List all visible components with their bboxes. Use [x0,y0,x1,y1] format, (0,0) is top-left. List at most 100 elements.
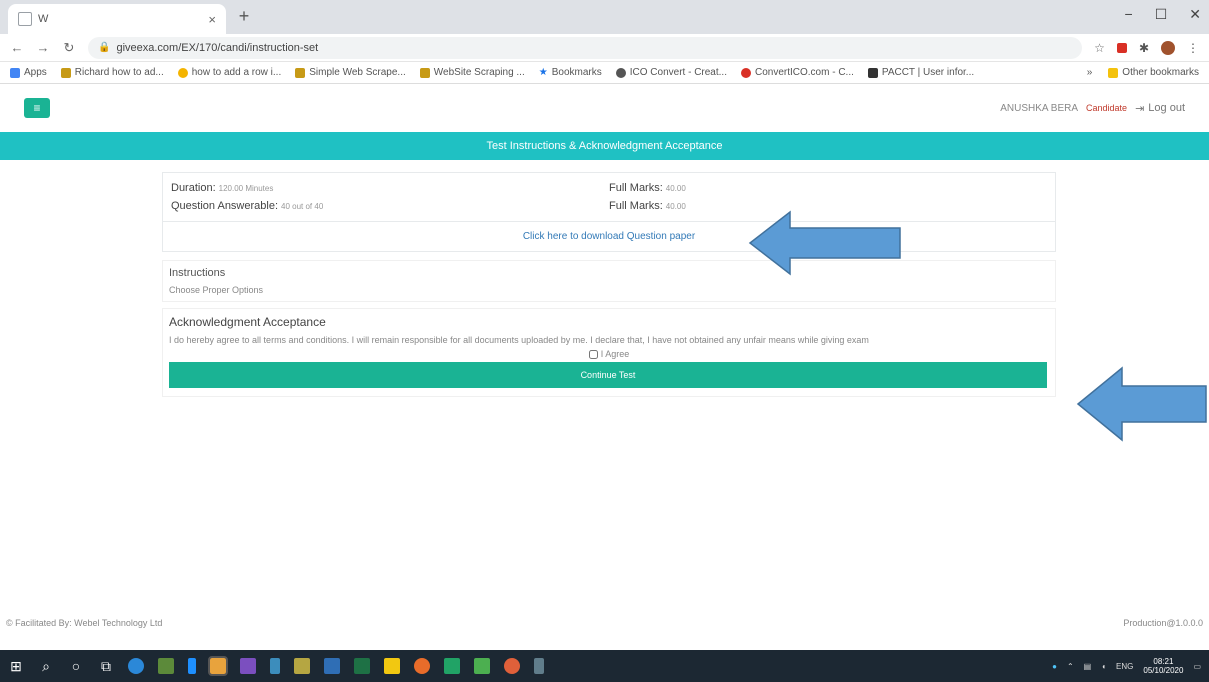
weather-icon[interactable]: ● [1052,662,1057,671]
page-title: Test Instructions & Acknowledgment Accep… [486,140,723,152]
logout-link[interactable]: ⇥ Log out [1135,102,1185,115]
acknowledgment-text: I do hereby agree to all terms and condi… [169,335,869,345]
cortana-icon[interactable]: ○ [68,658,84,674]
tab-close-icon[interactable]: × [208,12,216,27]
windows-start-icon[interactable]: ⊞ [8,658,24,675]
agree-label: I Agree [600,349,630,359]
tray-chevron-icon[interactable]: ⌃ [1067,662,1074,671]
other-bookmarks[interactable]: Other bookmarks [1108,67,1199,78]
acknowledgment-title: Acknowledgment Acceptance [169,315,326,329]
browser-tab[interactable]: W × [8,4,226,34]
agree-checkbox[interactable] [588,349,598,359]
os-taskbar: ⊞ ⌕ ○ ⧉ ● ⌃ ▤ ◖ ENG 08:21 05/10/2020 ▭ [0,650,1209,682]
footer-version: Production@1.0.0.0 [1123,618,1203,628]
annotation-arrow-left-icon [748,210,901,276]
test-info: Duration: 120.00 Minutes Full Marks: 40.00… [163,173,1055,221]
duration-value: 120.00 Minutes [218,184,274,193]
download-question-paper-link[interactable]: Click here to download Question paper [523,231,695,242]
bookmark-item[interactable]: Apps [10,67,47,78]
bookmark-item[interactable]: WebSite Scraping ... [419,67,525,78]
volume-icon[interactable]: ◖ [1101,662,1106,671]
bookmark-icon [60,67,71,78]
window-controls: − ☐ ✕ [1125,6,1201,23]
bookmark-item[interactable]: Simple Web Scrape... [295,67,406,78]
forward-icon[interactable]: → [36,40,50,55]
notifications-icon[interactable]: ▭ [1193,662,1201,671]
full-marks-value: 40.00 [665,184,686,193]
bookmark-item[interactable]: ConvertICO.com - C... [740,67,854,78]
instructions-text: Choose Proper Options [169,285,264,295]
taskbar-clock[interactable]: 08:21 05/10/2020 [1143,657,1183,675]
test-info-box: Duration: 120.00 Minutes Full Marks: 40.00… [162,172,1056,252]
instructions-section: Instructions Choose Proper Options [162,260,1056,302]
search-icon[interactable]: ⌕ [38,658,54,675]
close-window-button[interactable]: ✕ [1189,6,1201,23]
url-text: giveexa.com/EX/170/candi/instruction-set [116,41,319,54]
questions-label: Question Answerable: [171,200,279,212]
apps-icon [10,67,20,78]
bookmark-icon [867,67,878,78]
menu-toggle-button[interactable]: ≡ [24,98,50,118]
full-marks-label: Full Marks: [609,200,663,212]
bookmark-icon [177,67,188,78]
taskbar-app-icon[interactable] [158,658,174,674]
reload-icon[interactable]: ↻ [62,40,76,56]
profile-avatar[interactable] [1161,40,1175,55]
page-footer: © Facilitated By: Webel Technology Ltd P… [0,618,1209,628]
maximize-button[interactable]: ☐ [1155,6,1168,23]
bookmark-item[interactable]: Richard how to ad... [60,67,164,78]
acknowledgment-section: Acknowledgment Acceptance I do hereby ag… [162,308,1056,397]
taskbar-app-icon[interactable] [414,658,430,674]
extension-icon[interactable] [1116,42,1127,53]
browser-tab-bar: W × + − ☐ ✕ [0,0,1209,34]
browser-toolbar: ← → ↻ 🔒 giveexa.com/EX/170/candi/instruc… [0,34,1209,62]
language-indicator[interactable]: ENG [1116,662,1133,671]
visual-studio-icon[interactable] [240,658,256,674]
taskbar-app-icon[interactable] [444,658,460,674]
taskbar-app-icon[interactable] [188,658,196,674]
bookmark-icon [419,67,430,78]
system-tray: ● ⌃ ▤ ◖ ENG 08:21 05/10/2020 ▭ [1052,657,1201,675]
info-row: Question Answerable: 40 out of 40 Full Ma… [171,197,1047,215]
taskbar-app-icon[interactable] [294,658,310,674]
extensions-area: ☆ ✱ ⋮ [1094,40,1199,55]
taskbar-app-icon[interactable] [384,658,400,674]
bookmark-item[interactable]: ★ Bookmarks [539,67,602,78]
logout-icon: ⇥ [1135,102,1145,115]
minimize-button[interactable]: − [1125,6,1133,23]
network-icon[interactable]: ▤ [1084,662,1092,671]
star-icon[interactable]: ☆ [1094,41,1105,55]
tab-title: W [38,13,49,25]
hamburger-icon: ≡ [33,101,41,115]
full-marks-value: 40.00 [665,202,686,211]
kebab-menu-icon[interactable]: ⋮ [1187,41,1199,55]
full-marks: Full Marks: 40.00 [609,182,1047,194]
bookmark-item[interactable]: how to add a row i... [177,67,281,78]
puzzle-icon[interactable]: ✱ [1139,41,1149,55]
user-area: ANUSHKA BERA Candidate ⇥ Log out [1000,102,1185,115]
taskbar-app-icon[interactable] [354,658,370,674]
taskbar-app-icon[interactable] [324,658,340,674]
new-tab-button[interactable]: + [232,6,256,27]
questions-value: 40 out of 40 [281,202,324,211]
taskbar-app-icon[interactable] [504,658,520,674]
app-header: ≡ ANUSHKA BERA Candidate ⇥ Log out [0,84,1209,132]
app-page: ≡ ANUSHKA BERA Candidate ⇥ Log out Test … [0,84,1209,650]
address-bar[interactable]: 🔒 giveexa.com/EX/170/candi/instruction-s… [88,36,1083,59]
calculator-icon[interactable] [534,658,544,674]
download-row: Click here to download Question paper [163,221,1055,251]
edge-icon[interactable] [128,658,144,674]
chevron-down-icon[interactable]: » [1087,67,1093,78]
agree-row: I Agree [169,349,1049,359]
bookmark-icon [295,67,306,78]
chrome-icon[interactable] [208,656,228,676]
task-view-icon[interactable]: ⧉ [98,658,114,675]
taskbar-app-icon[interactable] [270,658,280,674]
bookmark-item[interactable]: ICO Convert - Creat... [615,67,727,78]
bookmark-item[interactable]: PACCT | User infor... [867,67,974,78]
continue-test-button[interactable]: Continue Test [169,362,1047,388]
taskbar-app-icon[interactable] [474,658,490,674]
back-icon[interactable]: ← [10,40,24,55]
duration-label: Duration: [171,182,216,194]
bookmark-icon [615,67,626,78]
